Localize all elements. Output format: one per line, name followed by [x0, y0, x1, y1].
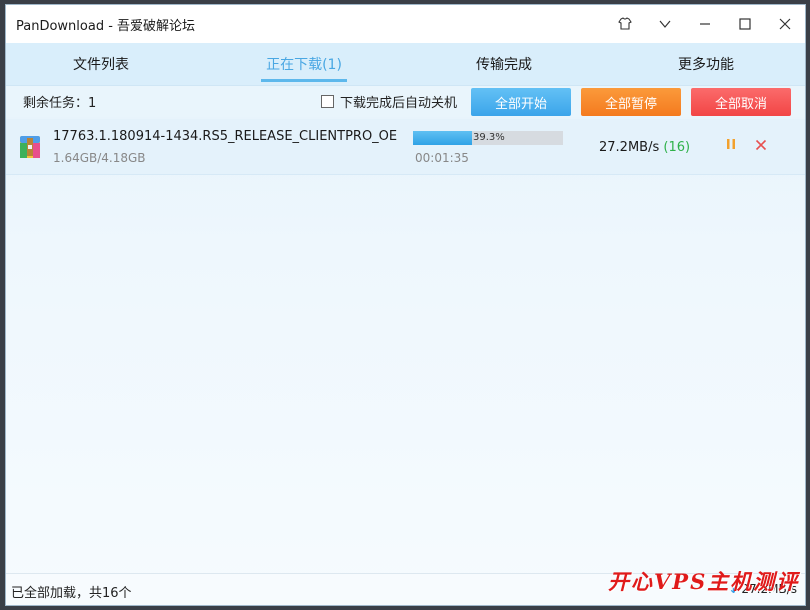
tab-completed[interactable]: 传输完成 — [464, 43, 544, 85]
window-controls — [605, 5, 805, 43]
maximize-button[interactable] — [725, 5, 765, 43]
download-speed: 27.2MB/s (16) — [599, 140, 690, 155]
tab-more-features[interactable]: 更多功能 — [666, 43, 746, 85]
load-status: 已全部加载，共16个 — [11, 586, 132, 601]
download-elapsed-time: 00:01:35 — [415, 151, 469, 165]
auto-shutdown-label: 下载完成后自动关机 — [340, 96, 458, 111]
chevron-down-icon[interactable] — [645, 5, 685, 43]
pause-icon[interactable] — [726, 138, 736, 154]
pause-all-button[interactable]: 全部暂停 — [581, 88, 681, 116]
download-toolbar: 剩余任务：1 下载完成后自动关机 全部开始 全部暂停 全部取消 — [6, 85, 805, 117]
title-bar: PanDownload - 吾爱破解论坛 — [6, 5, 805, 43]
tab-bar: 文件列表 正在下载(1) 传输完成 更多功能 — [6, 43, 805, 85]
skin-icon[interactable] — [605, 5, 645, 43]
download-progress-text: 39.3% — [473, 132, 505, 143]
download-filename: 17763.1.180914-1434.RS5_RELEASE_CLIENTPR… — [53, 129, 398, 144]
window-title: PanDownload - 吾爱破解论坛 — [16, 18, 196, 34]
close-button[interactable] — [765, 5, 805, 43]
minimize-button[interactable] — [685, 5, 725, 43]
auto-shutdown-checkbox[interactable] — [321, 95, 334, 108]
cancel-download-icon[interactable] — [755, 136, 767, 155]
download-speed-value: 27.2MB/s — [599, 140, 660, 155]
remaining-tasks: 剩余任务：1 — [23, 96, 97, 111]
download-size: 1.64GB/4.18GB — [53, 151, 146, 165]
watermark: 开心VPS主机测评 — [608, 569, 800, 594]
auto-shutdown-option[interactable]: 下载完成后自动关机 — [321, 92, 457, 111]
tab-file-list[interactable]: 文件列表 — [61, 43, 141, 85]
start-all-button[interactable]: 全部开始 — [471, 88, 571, 116]
tab-downloading[interactable]: 正在下载(1) — [261, 43, 347, 85]
app-window: PanDownload - 吾爱破解论坛 文件列表 正在下载(1) 传输完成 更… — [5, 4, 806, 606]
download-row[interactable]: 17763.1.180914-1434.RS5_RELEASE_CLIENTPR… — [6, 119, 805, 175]
cancel-all-button[interactable]: 全部取消 — [691, 88, 791, 116]
download-progress-bar: 39.3% — [413, 131, 563, 145]
archive-file-icon — [19, 135, 41, 159]
download-progress-fill — [413, 131, 472, 145]
connection-count: (16) — [663, 140, 691, 155]
